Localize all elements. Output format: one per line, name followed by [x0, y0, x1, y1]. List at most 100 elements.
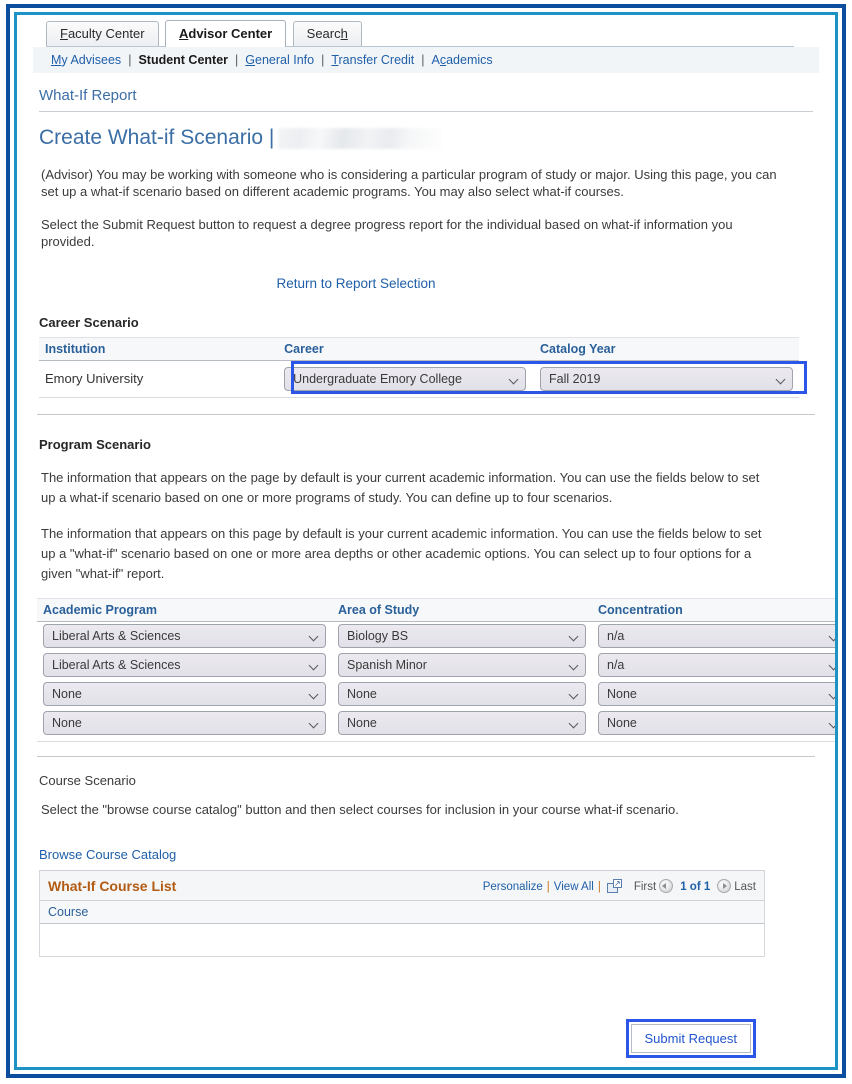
career-scenario-row: Emory University Undergraduate Emory Col… [39, 360, 799, 398]
program-scenario-table: Academic Program Area of Study Concentra… [37, 598, 835, 743]
table-row: Liberal Arts & Sciences Biology BS n/a [37, 622, 835, 651]
chevron-down-icon [570, 691, 578, 697]
subnav-separator: | [321, 53, 325, 67]
what-if-course-list: What-If Course List Personalize | View All… [39, 870, 765, 958]
redacted-student-name [278, 127, 442, 149]
submit-request-button[interactable]: Submit Request [630, 1024, 751, 1053]
subnav-separator: | [235, 53, 239, 67]
academic-program-value-3: None [52, 687, 82, 702]
chevron-down-icon [777, 376, 785, 382]
return-to-report-selection-link[interactable]: Return to Report Selection [276, 276, 435, 291]
page-title: Create What-if Scenario | [39, 126, 813, 150]
career-scenario-table: Institution Career Catalog Year Emory Un… [39, 336, 799, 398]
chevron-down-icon [830, 720, 835, 726]
program-scenario-heading: Program Scenario [39, 436, 151, 452]
window-frame-inner: Faculty Center Advisor Center Search My … [14, 12, 838, 1070]
area-of-study-select-3[interactable]: None [338, 682, 586, 707]
course-list-header: What-If Course List Personalize | View All… [40, 871, 764, 902]
window-frame-outer: Faculty Center Advisor Center Search My … [6, 4, 846, 1078]
concentration-select-3[interactable]: None [598, 682, 835, 707]
program-col-concentration: Concentration [592, 598, 835, 623]
academic-program-select-4[interactable]: None [43, 711, 326, 736]
submit-area: Submit Request [625, 1019, 756, 1058]
program-paragraph-2: The information that appears on this pag… [41, 525, 762, 582]
page-breadcrumb-title: What-If Report [39, 87, 813, 112]
tab-search[interactable]: Search [292, 21, 362, 47]
academic-program-value-4: None [52, 716, 82, 731]
career-scenario-header-row: Institution Career Catalog Year [39, 336, 799, 361]
course-list-column-header: Course [40, 901, 764, 925]
career-select-value: Undergraduate Emory College [293, 371, 462, 386]
view-all-link[interactable]: View All [554, 881, 594, 893]
area-of-study-select-4[interactable]: None [338, 711, 586, 736]
screenshot-root: Faculty Center Advisor Center Search My … [0, 0, 852, 1084]
concentration-value-3: None [607, 687, 637, 702]
tab-strip: Faculty Center Advisor Center Search [33, 20, 819, 47]
chevron-down-icon [830, 633, 835, 639]
subnav-item-general-info[interactable]: General Info [245, 53, 314, 67]
pager-first-label[interactable]: First [634, 881, 656, 893]
personalize-link[interactable]: Personalize [483, 881, 543, 893]
chevron-down-icon [570, 633, 578, 639]
catalog-year-select[interactable]: Fall 2019 [540, 366, 793, 391]
chevron-down-icon [570, 720, 578, 726]
academic-program-select-1[interactable]: Liberal Arts & Sciences [43, 624, 326, 649]
course-scenario-heading: Course Scenario [39, 773, 136, 789]
chevron-down-icon [570, 662, 578, 668]
expand-window-icon[interactable]: ↗ [606, 878, 622, 893]
program-header-row: Academic Program Area of Study Concentra… [37, 598, 835, 623]
area-of-study-value-4: None [347, 716, 377, 731]
chevron-down-icon [830, 691, 835, 697]
area-of-study-select-2[interactable]: Spanish Minor [338, 653, 586, 678]
pager-next-arrow-icon[interactable] [717, 878, 732, 893]
section-divider-2 [37, 756, 815, 758]
area-of-study-value-3: None [347, 687, 377, 702]
subnav-item-transfer-credit[interactable]: Transfer Credit [331, 53, 414, 67]
browse-course-catalog-row: Browse Course Catalog [39, 847, 813, 862]
concentration-select-4[interactable]: None [598, 711, 835, 736]
career-col-institution: Institution [39, 336, 279, 361]
subnav-item-my-advisees[interactable]: My Advisees [51, 53, 121, 67]
page-content: Faculty Center Advisor Center Search My … [17, 15, 835, 1067]
subnav-separator: | [128, 53, 132, 67]
program-paragraph-1: The information that appears on the page… [41, 469, 760, 505]
career-select-cell: Undergraduate Emory College [278, 360, 534, 398]
concentration-value-1: n/a [607, 629, 625, 644]
concentration-select-1[interactable]: n/a [598, 624, 835, 649]
academic-program-value-1: Liberal Arts & Sciences [52, 629, 181, 644]
tool-separator: | [546, 880, 550, 893]
academic-program-select-3[interactable]: None [43, 682, 326, 707]
area-of-study-select-1[interactable]: Biology BS [338, 624, 586, 649]
career-select[interactable]: Undergraduate Emory College [284, 366, 527, 391]
career-col-career: Career [278, 336, 534, 361]
browse-course-catalog-link[interactable]: Browse Course Catalog [39, 847, 176, 862]
academic-program-select-2[interactable]: Liberal Arts & Sciences [43, 653, 326, 678]
tab-advisor-center[interactable]: Advisor Center [165, 20, 287, 47]
chevron-down-icon [310, 720, 318, 726]
pager-last-label[interactable]: Last [734, 881, 756, 893]
tool-separator: | [597, 880, 601, 893]
course-list-pager: First 1 of 1 Last [634, 878, 756, 893]
chevron-down-icon [830, 662, 835, 668]
area-of-study-value-2: Spanish Minor [347, 658, 427, 673]
table-row: None None None [37, 709, 835, 743]
chevron-down-icon [310, 662, 318, 668]
program-rows: Liberal Arts & Sciences Biology BS n/a L… [37, 622, 835, 743]
tab-faculty-center[interactable]: Faculty Center [46, 21, 159, 47]
chevron-down-icon [310, 691, 318, 697]
return-link-row: Return to Report Selection [33, 275, 819, 293]
career-institution-value: Emory University [39, 360, 279, 398]
subnav-item-student-center[interactable]: Student Center [138, 53, 228, 67]
subnav-separator: | [421, 53, 425, 67]
course-list-empty-row [40, 924, 764, 957]
program-col-academic-program: Academic Program [37, 598, 332, 623]
concentration-value-2: n/a [607, 658, 625, 673]
pager-previous-arrow-icon[interactable] [659, 878, 674, 893]
sub-navigation: My Advisees | Student Center | General Info |… [33, 47, 819, 73]
catalog-year-select-value: Fall 2019 [549, 371, 601, 386]
chevron-down-icon [510, 376, 518, 382]
section-divider-1 [37, 413, 815, 415]
page-title-text: Create What-if Scenario | [39, 126, 275, 149]
concentration-select-2[interactable]: n/a [598, 653, 835, 678]
subnav-item-academics[interactable]: Academics [432, 53, 493, 67]
